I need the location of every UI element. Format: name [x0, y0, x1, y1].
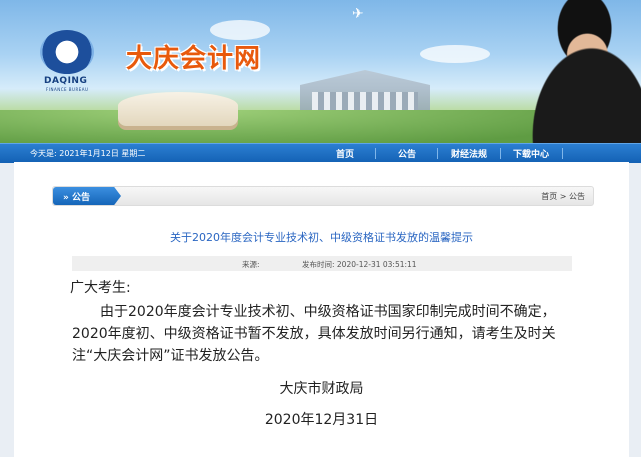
breadcrumb: » 公告 首页 > 公告 — [52, 186, 594, 206]
signature-organization: 大庆市财政局 — [279, 381, 364, 397]
nav-divider — [562, 148, 563, 159]
open-book-illustration — [118, 92, 238, 126]
logo-mark[interactable] — [40, 30, 94, 74]
nav-divider — [437, 148, 438, 159]
plane-icon: ✈ — [352, 6, 364, 22]
site-title[interactable]: 大庆会计网 — [126, 38, 261, 75]
source-label: 来源: — [242, 260, 260, 269]
site-banner: ✈ DAQING FINANCE BUREAU 大庆会计网 — [0, 0, 641, 143]
logo-english-subtext: FINANCE BUREAU — [46, 87, 89, 92]
article-meta: 来源: 发布时间: 2020-12-31 03:51:11 — [72, 256, 572, 271]
nav-item-home[interactable]: 首页 — [336, 147, 354, 160]
signature-date: 2020年12月31日 — [264, 412, 379, 428]
article-title: 关于2020年度会计专业技术初、中级资格证书发放的温馨提示 — [170, 231, 473, 244]
breadcrumb-separator: > — [557, 192, 569, 201]
logo-english-text: DAQING — [44, 76, 88, 86]
breadcrumb-current[interactable]: 公告 — [569, 192, 585, 201]
content-panel: » 公告 首页 > 公告 关于2020年度会计专业技术初、中级资格证书发放的温馨… — [14, 162, 629, 457]
nav-item-regulations[interactable]: 财经法规 — [451, 147, 487, 160]
breadcrumb-path: 首页 > 公告 — [541, 191, 585, 202]
nav-item-downloads[interactable]: 下载中心 — [513, 147, 549, 160]
graduate-illustration — [500, 0, 641, 143]
main-navbar: 今天是: 2021年1月12日 星期二 首页 公告 财经法规 下载中心 — [0, 143, 641, 163]
section-tab: » 公告 — [53, 187, 121, 205]
publish-time: 发布时间: 2020-12-31 03:51:11 — [302, 260, 417, 269]
breadcrumb-home-link[interactable]: 首页 — [541, 192, 557, 201]
nav-divider — [500, 148, 501, 159]
cloud-decoration — [210, 20, 270, 40]
section-tab-label: » 公告 — [63, 193, 90, 203]
article-greeting: 广大考生: — [70, 280, 131, 296]
nav-item-notice[interactable]: 公告 — [398, 147, 416, 160]
current-date: 今天是: 2021年1月12日 星期二 — [30, 149, 146, 158]
article-body: 由于2020年度会计专业技术初、中级资格证书国家印制完成时间不确定，2020年度… — [72, 304, 556, 364]
cloud-decoration — [420, 45, 490, 63]
nav-divider — [375, 148, 376, 159]
